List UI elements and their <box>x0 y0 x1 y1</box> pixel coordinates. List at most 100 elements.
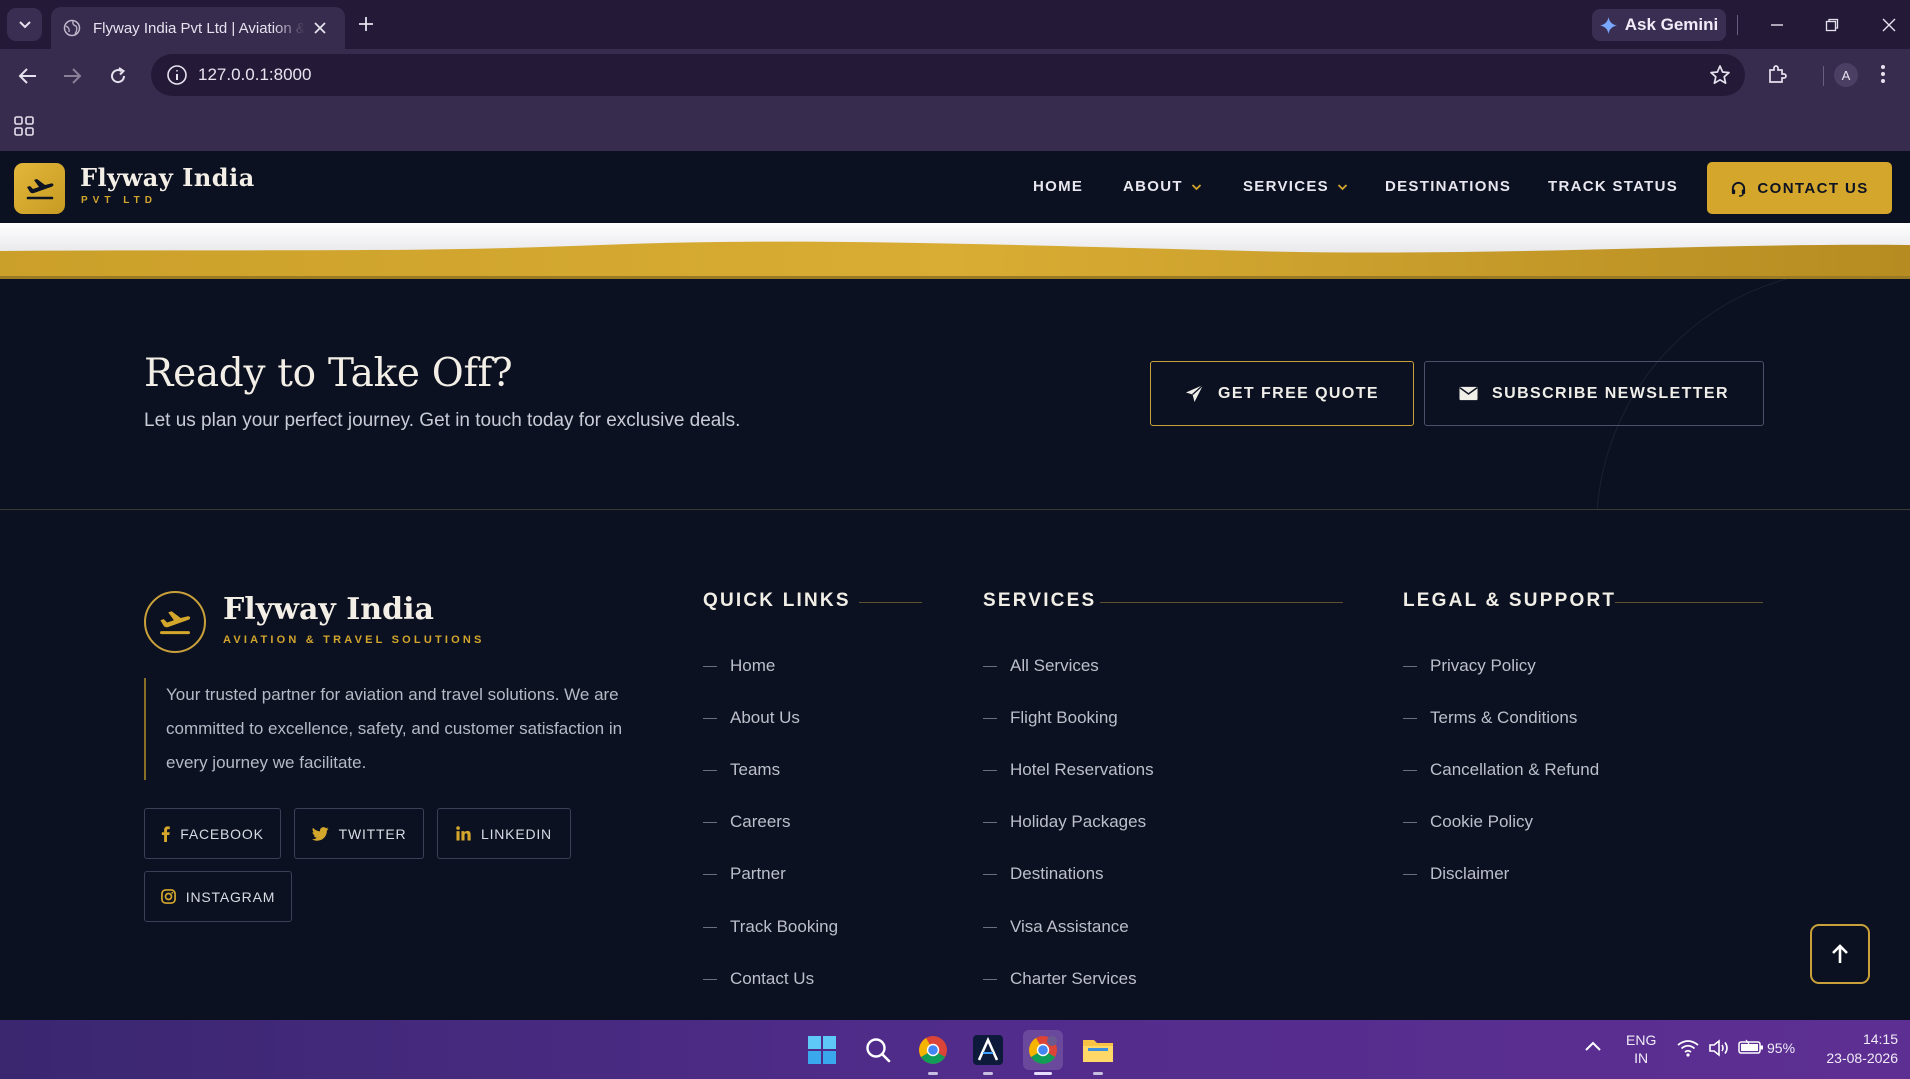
minimize-button[interactable] <box>1764 12 1790 38</box>
bookmark-star-icon[interactable] <box>1709 64 1731 86</box>
back-button[interactable] <box>14 62 42 90</box>
volume-icon[interactable] <box>1708 1039 1730 1057</box>
ask-gemini-button[interactable]: Ask Gemini <box>1592 9 1726 41</box>
browser-tab-active[interactable]: Flyway India Pvt Ltd | Aviation & Travel <box>51 7 345 49</box>
facebook-label: FACEBOOK <box>180 825 264 842</box>
footer-link-holiday-packages[interactable]: Holiday Packages <box>983 812 1146 832</box>
contact-us-button[interactable]: CONTACT US <box>1707 162 1892 214</box>
footer-link-hotel-reservations[interactable]: Hotel Reservations <box>983 760 1154 780</box>
battery-icon[interactable] <box>1738 1039 1764 1055</box>
footer-link-contact-us[interactable]: Contact Us <box>703 969 814 989</box>
dash <box>703 769 717 771</box>
footer-link-home[interactable]: Home <box>703 656 775 676</box>
clock-time: 14:15 <box>1862 1031 1898 1047</box>
footer-link-cancellation-refund[interactable]: Cancellation & Refund <box>1403 760 1599 780</box>
dash <box>703 665 717 667</box>
site-header: Flyway India PVT LTD HOME ABOUT SERVICES… <box>0 151 1910 223</box>
forward-button[interactable] <box>58 62 86 90</box>
footer-link-teams[interactable]: Teams <box>703 760 780 780</box>
footer-link-disclaimer[interactable]: Disclaimer <box>1403 864 1509 884</box>
close-icon[interactable] <box>313 21 327 35</box>
get-free-quote-button[interactable]: GET FREE QUOTE <box>1150 361 1414 426</box>
footer-link-track-booking[interactable]: Track Booking <box>703 917 838 937</box>
nav-services[interactable]: SERVICES <box>1243 178 1348 195</box>
facebook-button[interactable]: FACEBOOK <box>144 808 281 859</box>
reload-button[interactable] <box>104 62 132 90</box>
logo[interactable] <box>14 163 65 214</box>
windows-logo-icon <box>808 1036 836 1064</box>
footer-description: Your trusted partner for aviation and tr… <box>144 678 634 780</box>
more-vertical-icon[interactable] <box>1880 63 1886 85</box>
start-button[interactable] <box>802 1030 842 1070</box>
twitter-icon <box>311 826 329 841</box>
footer-link-partner[interactable]: Partner <box>703 864 786 884</box>
clock-date: 23-08-2026 <box>1826 1050 1898 1066</box>
nav-home-label: HOME <box>1033 178 1084 195</box>
apps-grid-icon[interactable] <box>14 116 34 136</box>
taskbar-app-a[interactable] <box>968 1030 1008 1070</box>
footer-link-all-services[interactable]: All Services <box>983 656 1099 676</box>
footer-link-about-us[interactable]: About Us <box>703 708 800 728</box>
linkedin-button[interactable]: LINKEDIN <box>437 808 571 859</box>
instagram-button[interactable]: INSTAGRAM <box>144 871 292 922</box>
dash <box>983 769 997 771</box>
footer-logo[interactable] <box>144 591 206 653</box>
site-info-icon[interactable] <box>165 63 189 87</box>
language-indicator[interactable]: ENG IN <box>1626 1031 1656 1067</box>
chevron-down-icon <box>18 20 31 28</box>
restore-button[interactable] <box>1819 12 1845 38</box>
profile-avatar[interactable]: A <box>1834 63 1858 87</box>
clock[interactable]: 14:15 23-08-2026 <box>1812 1030 1898 1068</box>
app-a-icon <box>973 1035 1003 1065</box>
wifi-icon[interactable] <box>1677 1039 1699 1057</box>
nav-destinations[interactable]: DESTINATIONS <box>1385 178 1511 195</box>
arrow-left-icon <box>18 68 36 84</box>
subscribe-newsletter-button[interactable]: SUBSCRIBE NEWSLETTER <box>1424 361 1764 426</box>
dash <box>1403 717 1417 719</box>
footer-link-charter-services[interactable]: Charter Services <box>983 969 1137 989</box>
footer-link-careers[interactable]: Careers <box>703 812 790 832</box>
active-indicator <box>1034 1072 1052 1075</box>
running-indicator <box>1093 1072 1103 1075</box>
dash <box>983 821 997 823</box>
get-free-quote-label: GET FREE QUOTE <box>1218 384 1379 402</box>
nav-home[interactable]: HOME <box>1033 178 1083 195</box>
nav-track-status-label: TRACK STATUS <box>1548 178 1679 195</box>
footer-brand-name: Flyway India <box>223 592 434 627</box>
window-close-button[interactable] <box>1876 12 1902 38</box>
chevron-up-icon[interactable] <box>1584 1040 1602 1052</box>
footer-link-label: Cookie Policy <box>1430 812 1533 831</box>
chevron-down-icon <box>1337 183 1348 190</box>
site-name[interactable]: Flyway India <box>80 163 255 192</box>
nav-about[interactable]: ABOUT <box>1123 178 1202 195</box>
footer-link-visa-assistance[interactable]: Visa Assistance <box>983 917 1129 937</box>
nav-services-label: SERVICES <box>1243 178 1329 195</box>
footer-brand-tagline: AVIATION & TRAVEL SOLUTIONS <box>223 634 485 646</box>
running-indicator <box>928 1072 938 1075</box>
heading-rule <box>1100 602 1343 603</box>
tab-search-button[interactable] <box>7 8 42 41</box>
dash <box>1403 821 1417 823</box>
footer-link-label: Terms & Conditions <box>1430 708 1578 727</box>
extensions-icon[interactable] <box>1766 64 1788 86</box>
footer-link-label: Careers <box>730 812 791 831</box>
nav-track-status[interactable]: TRACK STATUS <box>1548 178 1678 195</box>
taskbar-chrome[interactable] <box>913 1030 953 1070</box>
plane-icon <box>26 178 53 199</box>
taskbar-file-explorer[interactable] <box>1078 1030 1118 1070</box>
taskbar-chrome-active[interactable] <box>1023 1030 1063 1070</box>
linkedin-label: LINKEDIN <box>481 825 552 842</box>
footer-link-privacy-policy[interactable]: Privacy Policy <box>1403 656 1536 676</box>
footer-link-flight-booking[interactable]: Flight Booking <box>983 708 1118 728</box>
new-tab-button[interactable] <box>354 12 378 36</box>
search-button[interactable] <box>858 1030 898 1070</box>
address-bar[interactable]: 127.0.0.1:8000 <box>151 54 1745 96</box>
scroll-to-top-button[interactable] <box>1810 924 1870 984</box>
arrow-up-icon <box>1832 944 1848 963</box>
footer-link-destinations[interactable]: Destinations <box>983 864 1104 884</box>
footer-link-label: Track Booking <box>730 917 839 936</box>
twitter-button[interactable]: TWITTER <box>294 808 424 859</box>
footer-link-terms-conditions[interactable]: Terms & Conditions <box>1403 708 1577 728</box>
region-code: IN <box>1634 1050 1649 1066</box>
footer-link-cookie-policy[interactable]: Cookie Policy <box>1403 812 1533 832</box>
